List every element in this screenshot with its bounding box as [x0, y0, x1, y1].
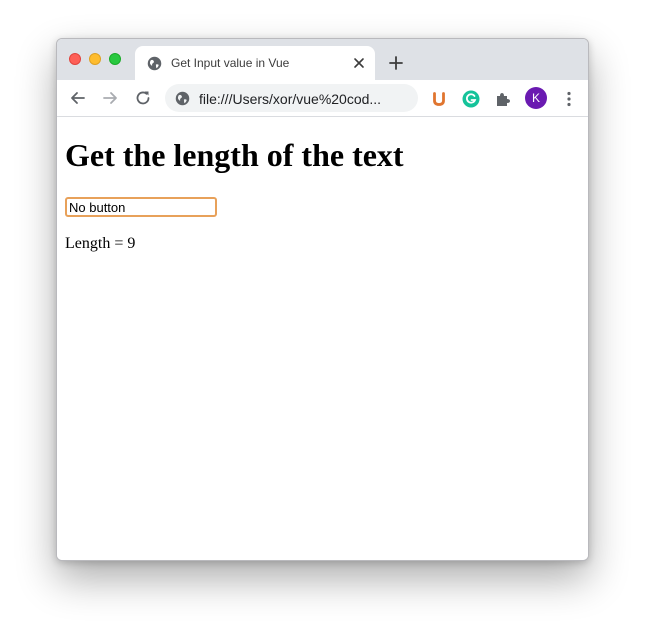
u-extension-icon[interactable] [430, 90, 448, 108]
site-info-globe-icon[interactable] [175, 91, 190, 106]
tab-strip: Get Input value in Vue [57, 39, 588, 80]
browser-tab[interactable]: Get Input value in Vue [135, 46, 375, 80]
page-content: Get the length of the text Length = 9 [57, 117, 588, 560]
address-bar[interactable]: file:///Users/xor/vue%20cod... [165, 84, 418, 112]
back-arrow-icon[interactable] [69, 89, 87, 107]
page-heading: Get the length of the text [65, 137, 404, 173]
grammarly-icon[interactable] [462, 90, 480, 108]
length-output: Length = 9 [65, 235, 135, 253]
browser-window: Get Input value in Vue file:///Users/xor… [56, 38, 589, 561]
new-tab-icon[interactable] [388, 55, 404, 71]
close-tab-icon[interactable] [353, 57, 365, 69]
minimize-window-button[interactable] [89, 53, 101, 65]
reload-icon[interactable] [134, 89, 152, 107]
length-value: 9 [127, 235, 136, 252]
profile-avatar[interactable]: K [525, 87, 547, 109]
more-options-icon[interactable] [561, 90, 577, 108]
forward-arrow-icon[interactable] [101, 89, 119, 107]
url-text: file:///Users/xor/vue%20cod... [199, 91, 382, 107]
text-input[interactable] [65, 197, 217, 217]
globe-icon [147, 56, 162, 71]
length-label: Length = [65, 235, 128, 252]
tab-title: Get Input value in Vue [171, 56, 290, 70]
browser-toolbar: file:///Users/xor/vue%20cod... K [57, 80, 588, 117]
extensions-puzzle-icon[interactable] [494, 90, 512, 108]
maximize-window-button[interactable] [109, 53, 121, 65]
close-window-button[interactable] [69, 53, 81, 65]
